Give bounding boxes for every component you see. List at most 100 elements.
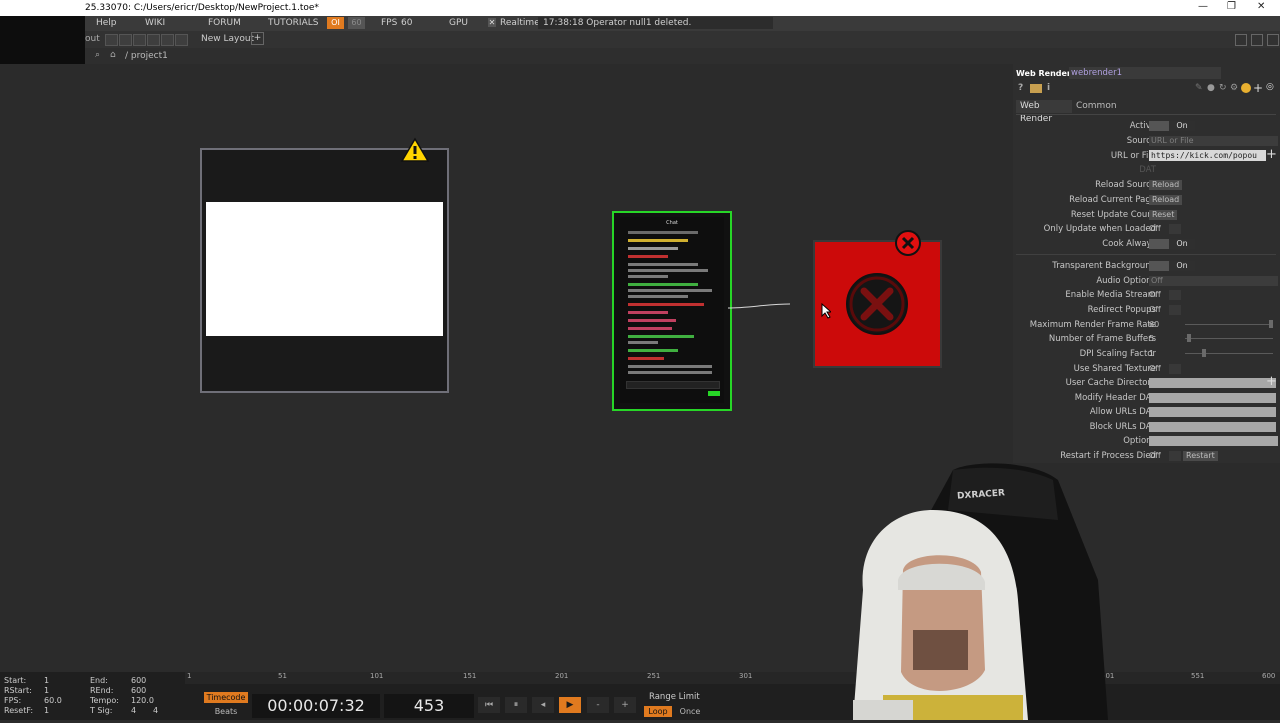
cache-dir-add-icon[interactable]: + <box>1266 374 1277 389</box>
dpi-scaling-slider[interactable] <box>1185 353 1273 354</box>
beats-mode-button[interactable]: Beats <box>204 706 248 717</box>
max-fps-value[interactable]: 60 <box>1149 320 1159 329</box>
operator-node-error[interactable] <box>813 240 942 368</box>
python-icon[interactable] <box>1030 84 1042 93</box>
comment-icon[interactable]: ● <box>1207 83 1215 93</box>
restart-died-value[interactable]: Off <box>1149 451 1161 460</box>
help-icon[interactable]: ? <box>1018 83 1023 93</box>
restart-died-toggle[interactable] <box>1169 451 1181 461</box>
transparent-toggle[interactable]: On <box>1149 261 1195 271</box>
step-back-icon[interactable]: ◂ <box>532 697 554 713</box>
operator-node-render[interactable] <box>200 148 449 393</box>
new-layout-button[interactable]: New Layout <box>201 34 254 44</box>
loop-button[interactable]: Loop <box>644 706 672 717</box>
realtime-checkbox[interactable]: ✕ <box>488 18 496 27</box>
color-icon[interactable] <box>1241 83 1251 93</box>
timecode-mode-button[interactable]: Timecode <box>204 692 248 703</box>
close-window-button[interactable]: ✕ <box>1257 1 1265 12</box>
media-stream-value[interactable]: Off <box>1149 290 1161 299</box>
param-url-field[interactable]: https://kick.com/popou <box>1149 150 1266 161</box>
start-value[interactable]: 1 <box>44 676 49 685</box>
shared-texture-toggle[interactable] <box>1169 364 1181 374</box>
reload-page-button[interactable]: Reload <box>1149 195 1183 205</box>
tsig-value[interactable]: 4 <box>131 706 136 715</box>
url-add-icon[interactable]: + <box>1266 147 1277 162</box>
allow-urls-field[interactable] <box>1149 407 1276 417</box>
end-value[interactable]: 600 <box>131 676 146 685</box>
layout-pane-button[interactable] <box>175 34 188 46</box>
layout-pane-button[interactable] <box>133 34 146 46</box>
layout-pane-button[interactable] <box>119 34 132 46</box>
refresh-icon[interactable]: ↻ <box>1219 83 1227 93</box>
rstart-value[interactable]: 1 <box>44 686 49 695</box>
menu-forum[interactable]: FORUM <box>208 18 241 28</box>
webcam-overlay: DXRACER <box>813 460 1113 720</box>
options-field[interactable] <box>1149 436 1278 446</box>
header-dat-field[interactable] <box>1149 393 1276 403</box>
dpi-scaling-value[interactable]: 1 <box>1149 349 1154 358</box>
pane-split-icon[interactable] <box>1235 34 1247 46</box>
info-icon[interactable]: i <box>1047 83 1050 93</box>
max-fps-slider-handle[interactable] <box>1269 320 1273 328</box>
search-icon[interactable]: ⌕ <box>95 50 100 60</box>
operator-node-webrender[interactable]: Chat <box>612 211 732 411</box>
tab-common[interactable]: Common <box>1073 100 1117 113</box>
dpi-scaling-slider-handle[interactable] <box>1202 349 1206 357</box>
network-path[interactable]: / project1 <box>125 51 168 61</box>
minimize-button[interactable]: — <box>1198 1 1208 12</box>
frame-buffers-slider-handle[interactable] <box>1187 334 1191 342</box>
frame-display[interactable]: 453 <box>384 694 474 718</box>
timecode-display[interactable]: 00:00:07:32 <box>252 694 380 718</box>
pause-icon[interactable]: ⏸ <box>505 697 527 713</box>
edit-icon[interactable]: ✎ <box>1195 83 1203 93</box>
pane-maximize-icon[interactable] <box>1251 34 1263 46</box>
play-icon[interactable]: ▶ <box>559 697 581 713</box>
redirect-popups-toggle[interactable] <box>1169 305 1181 315</box>
add-layout-button[interactable]: + <box>251 32 264 45</box>
timeline-ruler[interactable]: 1 51 101 151 201 251 301 501 551 600 <box>185 672 1280 684</box>
max-fps-slider[interactable] <box>1185 324 1273 325</box>
range-limit-label: Range Limit <box>649 692 700 702</box>
reload-source-button[interactable]: Reload <box>1149 180 1183 190</box>
cook-always-toggle[interactable]: On <box>1149 239 1195 249</box>
rend-value[interactable]: 600 <box>131 686 146 695</box>
step-plus-icon[interactable]: + <box>614 697 636 713</box>
rewind-icon[interactable]: ⏮ <box>478 697 500 713</box>
menu-wiki[interactable]: WIKI <box>145 18 165 28</box>
media-stream-toggle[interactable] <box>1169 290 1181 300</box>
restart-button[interactable]: Restart <box>1183 451 1218 461</box>
fps-stat-value[interactable]: 60.0 <box>44 696 62 705</box>
add-icon[interactable]: + <box>1253 81 1263 95</box>
frame-buffers-slider[interactable] <box>1185 338 1273 339</box>
audio-options-menu[interactable]: Off <box>1149 276 1278 286</box>
layout-pane-button[interactable] <box>161 34 174 46</box>
redirect-popups-value[interactable]: Off <box>1149 305 1161 314</box>
block-urls-field[interactable] <box>1149 422 1276 432</box>
param-source-menu[interactable]: URL or File <box>1149 136 1278 146</box>
pane-close-icon[interactable] <box>1267 34 1279 46</box>
layout-pane-button[interactable] <box>105 34 118 46</box>
only-update-toggle[interactable] <box>1169 224 1181 234</box>
menu-help[interactable]: Help <box>96 18 117 28</box>
op-name-field[interactable]: webrender1 <box>1069 67 1221 79</box>
once-button[interactable]: Once <box>676 706 704 717</box>
resetf-value[interactable]: 1 <box>44 706 49 715</box>
oi-button[interactable]: OI <box>327 17 344 29</box>
step-minus-icon[interactable]: - <box>587 697 609 713</box>
home-icon[interactable]: ⌂ <box>110 50 116 60</box>
restore-button[interactable]: ❐ <box>1227 1 1236 12</box>
layout-pane-button[interactable] <box>147 34 160 46</box>
tsig-value-2[interactable]: 4 <box>153 706 158 715</box>
gpu-label[interactable]: GPU <box>449 18 468 28</box>
tab-web-render[interactable]: Web Render <box>1016 100 1072 124</box>
settings-icon[interactable]: ⚙ <box>1230 83 1238 93</box>
tempo-value[interactable]: 120.0 <box>131 696 154 705</box>
param-active-toggle[interactable]: On <box>1149 121 1195 131</box>
cache-dir-field[interactable] <box>1149 378 1276 388</box>
frame-buffers-value[interactable]: 5 <box>1149 334 1154 343</box>
menu-tutorials[interactable]: TUTORIALS <box>268 18 318 28</box>
shared-texture-value[interactable]: Off <box>1149 364 1161 373</box>
reset-count-button[interactable]: Reset <box>1149 210 1178 220</box>
only-update-value[interactable]: Off <box>1149 224 1161 233</box>
target-icon[interactable]: ◎ <box>1266 82 1274 92</box>
